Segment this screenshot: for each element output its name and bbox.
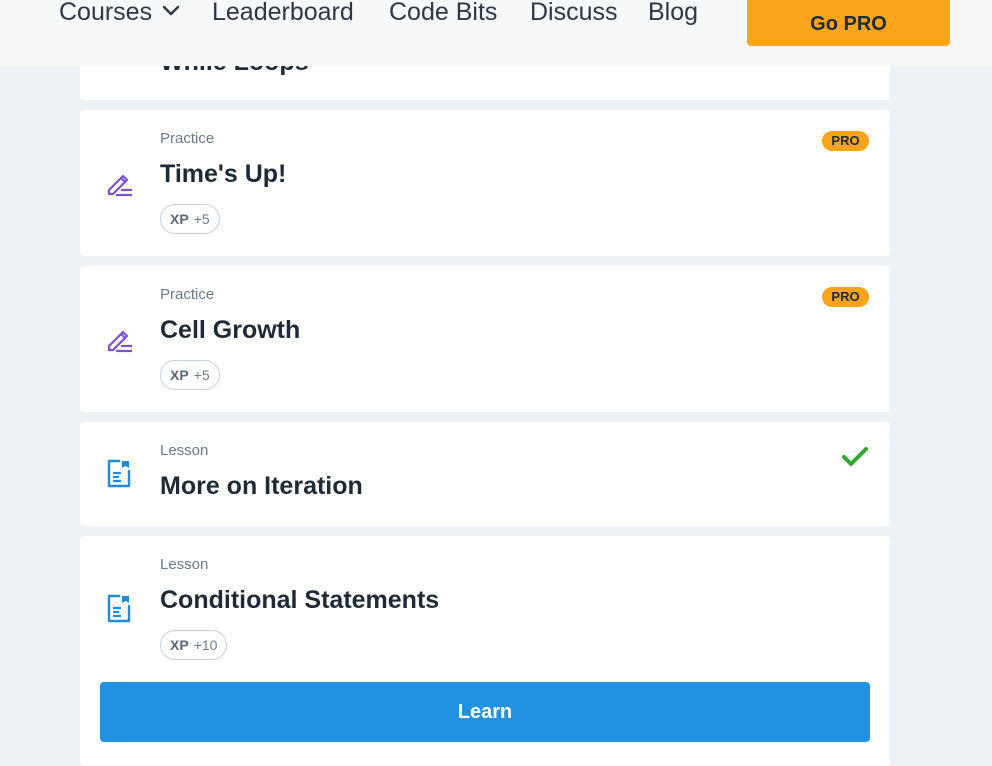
practice-card-cell-growth[interactable]: Practice Cell Growth XP +5 PRO (80, 266, 890, 412)
practice-card-times-up[interactable]: Practice Time's Up! XP +5 PRO (80, 110, 890, 256)
lesson-icon (107, 594, 131, 623)
learn-button[interactable]: Learn (100, 682, 870, 742)
top-navigation: Courses Leaderboard Code Bits Discuss Bl… (0, 0, 992, 66)
chevron-down-icon (162, 6, 180, 16)
card-title: More on Iteration (160, 472, 363, 500)
nav-leaderboard[interactable]: Leaderboard (212, 0, 354, 32)
card-kind-label: Practice (160, 130, 215, 147)
xp-value: +5 (193, 211, 210, 227)
card-title: Conditional Statements (160, 586, 440, 614)
nav-code-bits[interactable]: Code Bits (389, 0, 497, 32)
lesson-card-more-on-iteration[interactable]: Lesson More on Iteration (80, 422, 890, 526)
card-kind-label: Lesson (160, 442, 209, 459)
pro-badge: PRO (822, 287, 869, 307)
nav-blog[interactable]: Blog (648, 0, 698, 32)
xp-pill: XP +5 (160, 204, 220, 234)
xp-label: XP (170, 637, 189, 653)
nav-discuss[interactable]: Discuss (530, 0, 618, 32)
pro-badge: PRO (822, 131, 869, 151)
xp-value: +10 (193, 637, 218, 653)
xp-pill: XP +5 (160, 360, 220, 390)
xp-pill: XP +10 (160, 630, 228, 660)
pencil-icon (107, 174, 132, 197)
card-kind-label: Lesson (160, 556, 209, 573)
xp-value: +5 (193, 367, 210, 383)
nav-courses-label: Courses (59, 0, 153, 26)
card-title: Cell Growth (160, 316, 301, 344)
xp-label: XP (170, 211, 189, 227)
card-title: Time's Up! (160, 160, 287, 188)
lesson-card-conditional-statements[interactable]: Lesson Conditional Statements XP +10 Lear… (80, 536, 890, 766)
xp-label: XP (170, 367, 189, 383)
go-pro-button[interactable]: Go PRO (747, 0, 950, 46)
lesson-icon (107, 459, 131, 488)
card-kind-label: Practice (160, 286, 215, 303)
pencil-icon (107, 330, 132, 353)
nav-courses[interactable]: Courses (59, 0, 180, 32)
check-icon (842, 447, 868, 466)
